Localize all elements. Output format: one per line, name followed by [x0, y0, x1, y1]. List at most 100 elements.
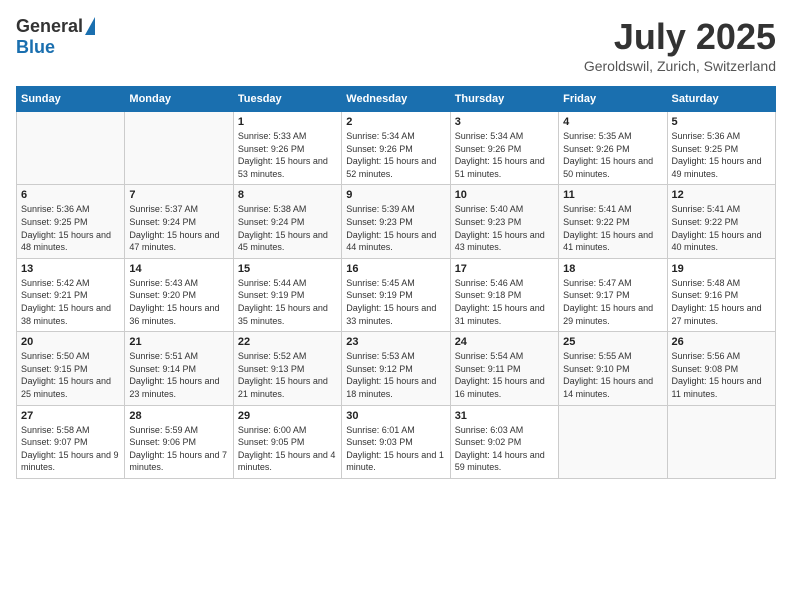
- calendar-cell: 13 Sunrise: 5:42 AMSunset: 9:21 PMDayligh…: [17, 258, 125, 331]
- day-info: Sunrise: 5:35 AMSunset: 9:26 PMDaylight:…: [563, 130, 662, 180]
- day-number: 7: [129, 189, 228, 201]
- weekday-header-cell: Saturday: [667, 87, 775, 112]
- day-info: Sunrise: 6:03 AMSunset: 9:02 PMDaylight:…: [455, 424, 554, 474]
- calendar-cell: 12 Sunrise: 5:41 AMSunset: 9:22 PMDayligh…: [667, 185, 775, 258]
- calendar-cell: 2 Sunrise: 5:34 AMSunset: 9:26 PMDaylight…: [342, 112, 450, 185]
- weekday-header-cell: Wednesday: [342, 87, 450, 112]
- day-info: Sunrise: 5:33 AMSunset: 9:26 PMDaylight:…: [238, 130, 337, 180]
- calendar-cell: 19 Sunrise: 5:48 AMSunset: 9:16 PMDayligh…: [667, 258, 775, 331]
- calendar-cell: 17Sunrise: 5:46 AMSunset: 9:18 PMDayligh…: [450, 258, 558, 331]
- calendar-cell: 31 Sunrise: 6:03 AMSunset: 9:02 PMDayligh…: [450, 405, 558, 478]
- logo: General Blue: [16, 16, 95, 58]
- day-info: Sunrise: 5:51 AMSunset: 9:14 PMDaylight:…: [129, 350, 228, 400]
- day-number: 31: [455, 410, 554, 422]
- calendar-cell: 1 Sunrise: 5:33 AMSunset: 9:26 PMDaylight…: [233, 112, 341, 185]
- day-number: 26: [672, 336, 771, 348]
- calendar-table: SundayMondayTuesdayWednesdayThursdayFrid…: [16, 86, 776, 479]
- day-number: 14: [129, 263, 228, 275]
- weekday-header-cell: Friday: [559, 87, 667, 112]
- calendar-cell: 4 Sunrise: 5:35 AMSunset: 9:26 PMDaylight…: [559, 112, 667, 185]
- day-number: 11: [563, 189, 662, 201]
- day-info: Sunrise: 5:41 AMSunset: 9:22 PMDaylight:…: [672, 203, 771, 253]
- calendar-week-row: 1 Sunrise: 5:33 AMSunset: 9:26 PMDaylight…: [17, 112, 776, 185]
- calendar-cell: 27Sunrise: 5:58 AMSunset: 9:07 PMDayligh…: [17, 405, 125, 478]
- day-info: Sunrise: 5:53 AMSunset: 9:12 PMDaylight:…: [346, 350, 445, 400]
- weekday-header-cell: Tuesday: [233, 87, 341, 112]
- day-number: 4: [563, 116, 662, 128]
- day-number: 1: [238, 116, 337, 128]
- day-info: Sunrise: 5:43 AMSunset: 9:20 PMDaylight:…: [129, 277, 228, 327]
- calendar-cell: [17, 112, 125, 185]
- day-number: 10: [455, 189, 554, 201]
- day-info: Sunrise: 5:40 AMSunset: 9:23 PMDaylight:…: [455, 203, 554, 253]
- day-number: 28: [129, 410, 228, 422]
- calendar-cell: 16Sunrise: 5:45 AMSunset: 9:19 PMDayligh…: [342, 258, 450, 331]
- day-number: 29: [238, 410, 337, 422]
- calendar-cell: 26 Sunrise: 5:56 AMSunset: 9:08 PMDayligh…: [667, 332, 775, 405]
- calendar-cell: 15Sunrise: 5:44 AMSunset: 9:19 PMDayligh…: [233, 258, 341, 331]
- day-number: 19: [672, 263, 771, 275]
- day-info: Sunrise: 5:34 AMSunset: 9:26 PMDaylight:…: [455, 130, 554, 180]
- calendar-cell: 18Sunrise: 5:47 AMSunset: 9:17 PMDayligh…: [559, 258, 667, 331]
- day-info: Sunrise: 6:01 AMSunset: 9:03 PMDaylight:…: [346, 424, 445, 474]
- calendar-week-row: 27Sunrise: 5:58 AMSunset: 9:07 PMDayligh…: [17, 405, 776, 478]
- weekday-header-cell: Thursday: [450, 87, 558, 112]
- day-info: Sunrise: 5:59 AMSunset: 9:06 PMDaylight:…: [129, 424, 228, 474]
- day-number: 12: [672, 189, 771, 201]
- day-info: Sunrise: 5:37 AMSunset: 9:24 PMDaylight:…: [129, 203, 228, 253]
- day-info: Sunrise: 5:46 AMSunset: 9:18 PMDaylight:…: [455, 277, 554, 327]
- calendar-cell: 7 Sunrise: 5:37 AMSunset: 9:24 PMDaylight…: [125, 185, 233, 258]
- calendar-cell: [559, 405, 667, 478]
- calendar-cell: 10 Sunrise: 5:40 AMSunset: 9:23 PMDayligh…: [450, 185, 558, 258]
- calendar-cell: 23Sunrise: 5:53 AMSunset: 9:12 PMDayligh…: [342, 332, 450, 405]
- day-number: 24: [455, 336, 554, 348]
- logo-blue-text: Blue: [16, 37, 55, 58]
- day-info: Sunrise: 5:41 AMSunset: 9:22 PMDaylight:…: [563, 203, 662, 253]
- calendar-cell: 24 Sunrise: 5:54 AMSunset: 9:11 PMDayligh…: [450, 332, 558, 405]
- calendar-cell: 8Sunrise: 5:38 AMSunset: 9:24 PMDaylight…: [233, 185, 341, 258]
- calendar-cell: 11 Sunrise: 5:41 AMSunset: 9:22 PMDayligh…: [559, 185, 667, 258]
- weekday-header-cell: Sunday: [17, 87, 125, 112]
- calendar-cell: 25 Sunrise: 5:55 AMSunset: 9:10 PMDayligh…: [559, 332, 667, 405]
- calendar-cell: 28 Sunrise: 5:59 AMSunset: 9:06 PMDayligh…: [125, 405, 233, 478]
- day-number: 30: [346, 410, 445, 422]
- calendar-cell: 14 Sunrise: 5:43 AMSunset: 9:20 PMDayligh…: [125, 258, 233, 331]
- day-info: Sunrise: 5:42 AMSunset: 9:21 PMDaylight:…: [21, 277, 120, 327]
- day-info: Sunrise: 5:48 AMSunset: 9:16 PMDaylight:…: [672, 277, 771, 327]
- calendar-cell: 5Sunrise: 5:36 AMSunset: 9:25 PMDaylight…: [667, 112, 775, 185]
- day-number: 21: [129, 336, 228, 348]
- day-number: 5: [672, 116, 771, 128]
- calendar-cell: 22 Sunrise: 5:52 AMSunset: 9:13 PMDayligh…: [233, 332, 341, 405]
- day-info: Sunrise: 5:58 AMSunset: 9:07 PMDaylight:…: [21, 424, 120, 474]
- calendar-week-row: 20Sunrise: 5:50 AMSunset: 9:15 PMDayligh…: [17, 332, 776, 405]
- day-info: Sunrise: 5:47 AMSunset: 9:17 PMDaylight:…: [563, 277, 662, 327]
- day-number: 6: [21, 189, 120, 201]
- calendar-cell: 29 Sunrise: 6:00 AMSunset: 9:05 PMDayligh…: [233, 405, 341, 478]
- month-year-title: July 2025: [584, 16, 776, 58]
- day-number: 22: [238, 336, 337, 348]
- day-info: Sunrise: 5:54 AMSunset: 9:11 PMDaylight:…: [455, 350, 554, 400]
- day-info: Sunrise: 5:55 AMSunset: 9:10 PMDaylight:…: [563, 350, 662, 400]
- calendar-cell: 3 Sunrise: 5:34 AMSunset: 9:26 PMDaylight…: [450, 112, 558, 185]
- day-info: Sunrise: 6:00 AMSunset: 9:05 PMDaylight:…: [238, 424, 337, 474]
- day-info: Sunrise: 5:50 AMSunset: 9:15 PMDaylight:…: [21, 350, 120, 400]
- day-info: Sunrise: 5:34 AMSunset: 9:26 PMDaylight:…: [346, 130, 445, 180]
- day-info: Sunrise: 5:56 AMSunset: 9:08 PMDaylight:…: [672, 350, 771, 400]
- title-block: July 2025 Geroldswil, Zurich, Switzerlan…: [584, 16, 776, 74]
- calendar-cell: 6 Sunrise: 5:36 AMSunset: 9:25 PMDaylight…: [17, 185, 125, 258]
- calendar-cell: 30 Sunrise: 6:01 AMSunset: 9:03 PMDayligh…: [342, 405, 450, 478]
- day-info: Sunrise: 5:45 AMSunset: 9:19 PMDaylight:…: [346, 277, 445, 327]
- day-info: Sunrise: 5:36 AMSunset: 9:25 PMDaylight:…: [21, 203, 120, 253]
- day-info: Sunrise: 5:44 AMSunset: 9:19 PMDaylight:…: [238, 277, 337, 327]
- day-number: 2: [346, 116, 445, 128]
- day-number: 3: [455, 116, 554, 128]
- calendar-cell: 21 Sunrise: 5:51 AMSunset: 9:14 PMDayligh…: [125, 332, 233, 405]
- calendar-cell: [667, 405, 775, 478]
- day-number: 25: [563, 336, 662, 348]
- day-number: 8: [238, 189, 337, 201]
- calendar-week-row: 6 Sunrise: 5:36 AMSunset: 9:25 PMDaylight…: [17, 185, 776, 258]
- logo-triangle-icon: [85, 17, 95, 35]
- calendar-cell: 9Sunrise: 5:39 AMSunset: 9:23 PMDaylight…: [342, 185, 450, 258]
- day-number: 13: [21, 263, 120, 275]
- day-info: Sunrise: 5:52 AMSunset: 9:13 PMDaylight:…: [238, 350, 337, 400]
